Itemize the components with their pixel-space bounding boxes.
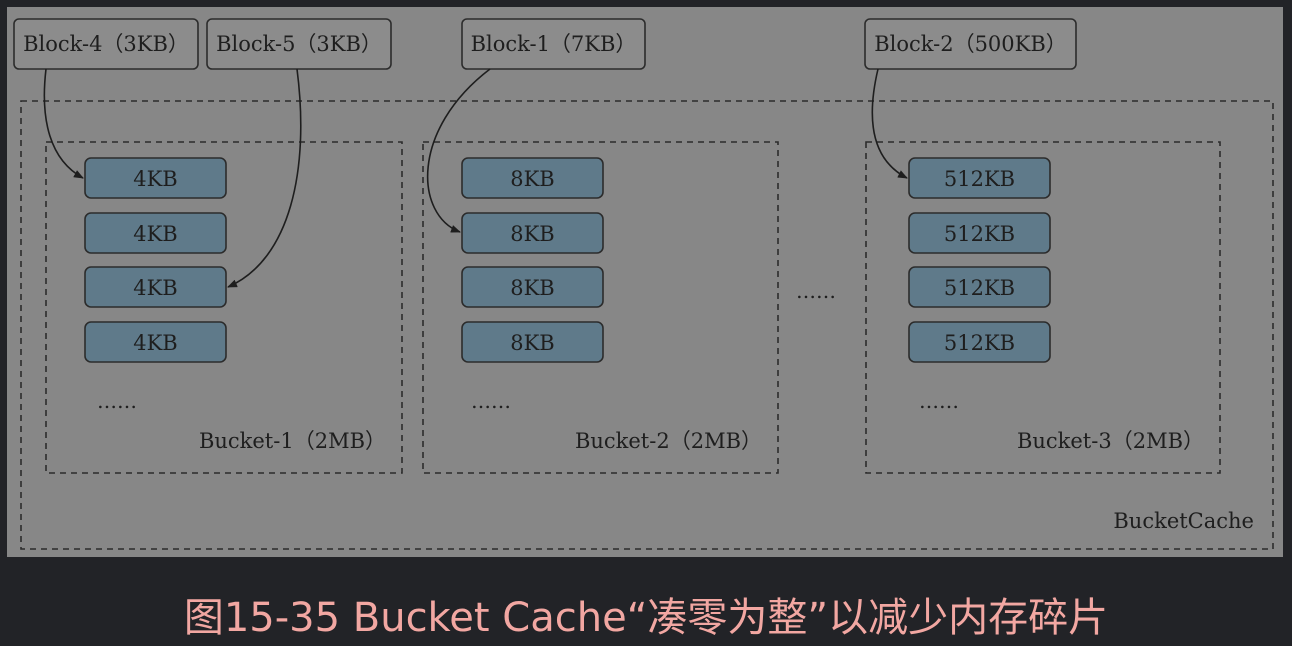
bucket-slot-label: 4KB [133, 167, 177, 191]
bucket-more-ellipsis: …… [97, 389, 137, 413]
block-label: Block-5（3KB） [216, 32, 382, 56]
bucket-slot-label: 512KB [944, 276, 1015, 300]
bucket-slot-label: 8KB [510, 167, 554, 191]
bucketcache-label: BucketCache [1113, 509, 1254, 533]
block-5: Block-5（3KB） [206, 18, 392, 70]
bucket-slot-label: 8KB [510, 276, 554, 300]
bucket-slot-label: 512KB [944, 167, 1015, 191]
bucket-slot-label: 8KB [510, 331, 554, 355]
figure-caption: 图15-35 Bucket Cache“凑零为整”以减少内存碎片 [183, 595, 1109, 641]
block-4: Block-4（3KB） [13, 18, 199, 70]
bucket-label: Bucket-1（2MB） [199, 429, 386, 453]
block-1: Block-1（7KB） [461, 18, 646, 70]
bucketcache-diagram: BucketCache 4KB 4KB 4KB 4KB …… Bucket-1（… [7, 7, 1283, 557]
block-label: Block-1（7KB） [471, 32, 637, 56]
bucket-label: Bucket-2（2MB） [575, 429, 762, 453]
figure: BucketCache 4KB 4KB 4KB 4KB …… Bucket-1（… [0, 0, 1292, 646]
bucket-slot-label: 4KB [133, 276, 177, 300]
bucket-slot-label: 512KB [944, 222, 1015, 246]
bucket-slot-label: 4KB [133, 222, 177, 246]
bucket-more-ellipsis: …… [919, 389, 959, 413]
block-label: Block-2（500KB） [874, 32, 1067, 56]
more-buckets-ellipsis: …… [796, 279, 836, 303]
block-label: Block-4（3KB） [23, 32, 189, 56]
bucket-slot-label: 512KB [944, 331, 1015, 355]
bucket-label: Bucket-3（2MB） [1017, 429, 1204, 453]
bucket-more-ellipsis: …… [471, 389, 511, 413]
bucket-slot-label: 4KB [133, 331, 177, 355]
block-2: Block-2（500KB） [864, 18, 1077, 70]
bucket-slot-label: 8KB [510, 222, 554, 246]
